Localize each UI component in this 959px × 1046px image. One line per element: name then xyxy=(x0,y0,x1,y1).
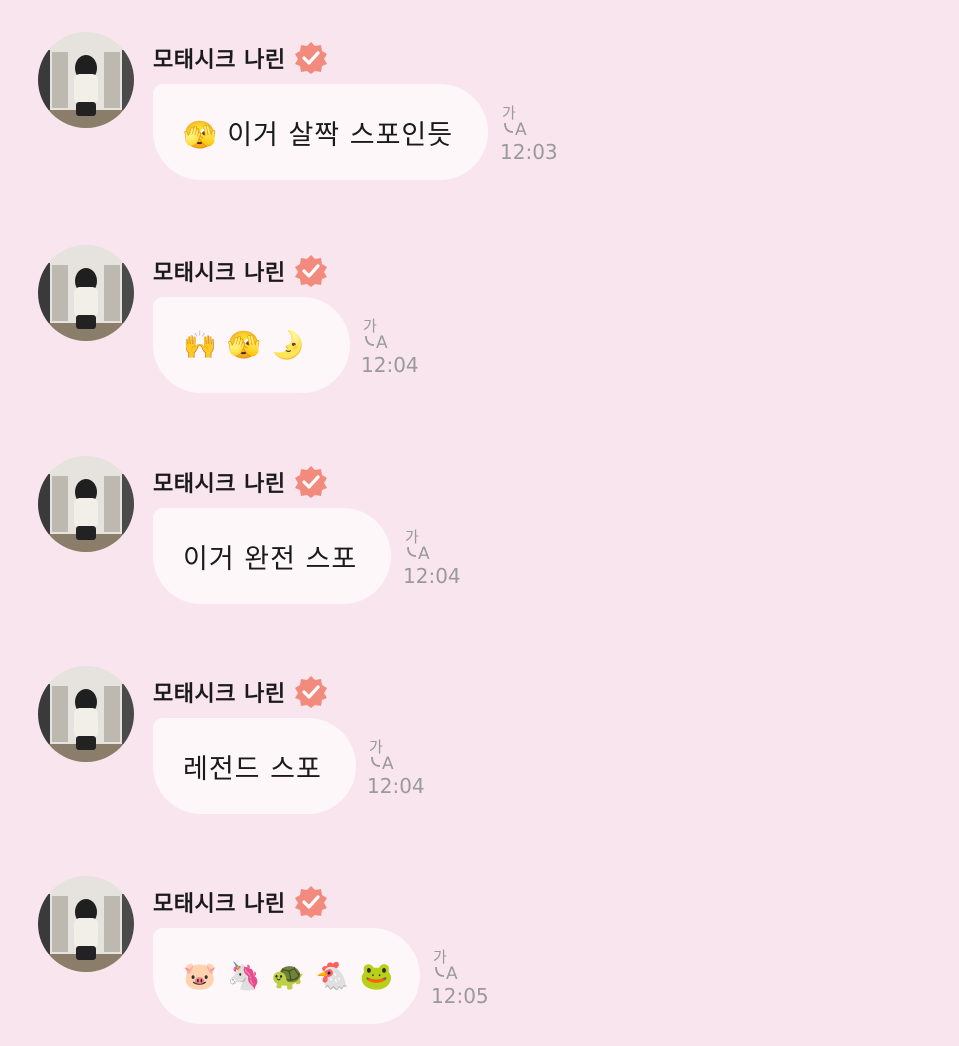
timestamp: 12:04 xyxy=(403,564,461,588)
verified-badge-icon xyxy=(294,886,327,918)
sender-name: 모태시크 나린 xyxy=(153,682,286,707)
message-text: 🫣 이거 살짝 스포인듯 xyxy=(183,119,454,151)
avatar[interactable] xyxy=(38,32,134,128)
sender-name: 모태시크 나린 xyxy=(153,892,286,917)
verified-badge-icon xyxy=(294,676,327,708)
sender-name: 모태시크 나린 xyxy=(153,261,286,286)
message-4: 모태시크 나린 레전드 스포 가 A 12:04 xyxy=(0,666,959,836)
translate-icon[interactable]: 가 A xyxy=(361,315,395,351)
message-1: 모태시크 나린 🫣 이거 살짝 스포인듯 가 A 12:03 xyxy=(0,32,959,202)
message-bubble[interactable]: 레전드 스포 xyxy=(153,718,356,814)
message-3: 모태시크 나린 이거 완전 스포 가 A 12:04 xyxy=(0,456,959,626)
timestamp: 12:03 xyxy=(500,140,558,164)
svg-text:A: A xyxy=(446,964,458,982)
message-bubble[interactable]: 🐷 🦄 🐢 🐔 🐸 xyxy=(153,928,420,1024)
avatar[interactable] xyxy=(38,245,134,341)
message-text: 🙌 🫣 🌛 xyxy=(183,330,307,361)
translate-icon[interactable]: 가 A xyxy=(500,102,534,138)
message-text: 🐷 🦄 🐢 🐔 🐸 xyxy=(183,961,395,992)
message-bubble[interactable]: 🙌 🫣 🌛 xyxy=(153,297,350,393)
avatar[interactable] xyxy=(38,876,134,972)
message-text: 이거 완전 스포 xyxy=(183,543,358,575)
sender: 모태시크 나린 xyxy=(153,253,328,289)
sender-name: 모태시크 나린 xyxy=(153,472,286,497)
translate-icon[interactable]: 가 A xyxy=(403,526,437,562)
verified-badge-icon xyxy=(294,255,327,287)
verified-badge-icon xyxy=(294,42,327,74)
avatar[interactable] xyxy=(38,456,134,552)
message-text: 레전드 스포 xyxy=(183,753,322,785)
sender-name: 모태시크 나린 xyxy=(153,48,286,73)
svg-text:A: A xyxy=(376,333,388,351)
translate-icon[interactable]: 가 A xyxy=(431,946,465,982)
message-bubble[interactable]: 🫣 이거 살짝 스포인듯 xyxy=(153,84,488,180)
timestamp: 12:04 xyxy=(367,774,425,798)
svg-text:가: 가 xyxy=(502,104,516,122)
translate-icon[interactable]: 가 A xyxy=(367,736,401,772)
message-bubble[interactable]: 이거 완전 스포 xyxy=(153,508,391,604)
verified-badge-icon xyxy=(294,466,327,498)
message-5: 모태시크 나린 🐷 🦄 🐢 🐔 🐸 가 A 12:05 xyxy=(0,876,959,1046)
sender: 모태시크 나린 xyxy=(153,464,328,500)
avatar[interactable] xyxy=(38,666,134,762)
svg-text:가: 가 xyxy=(363,317,377,335)
svg-text:가: 가 xyxy=(405,528,419,546)
svg-text:A: A xyxy=(382,754,394,772)
message-2: 모태시크 나린 🙌 🫣 🌛 가 A 12:04 xyxy=(0,245,959,415)
sender: 모태시크 나린 xyxy=(153,40,328,76)
svg-text:가: 가 xyxy=(433,948,447,966)
svg-text:A: A xyxy=(418,544,430,562)
svg-text:가: 가 xyxy=(369,738,383,756)
timestamp: 12:04 xyxy=(361,353,419,377)
svg-text:A: A xyxy=(515,120,527,138)
sender: 모태시크 나린 xyxy=(153,884,328,920)
sender: 모태시크 나린 xyxy=(153,674,328,710)
timestamp: 12:05 xyxy=(431,984,489,1008)
